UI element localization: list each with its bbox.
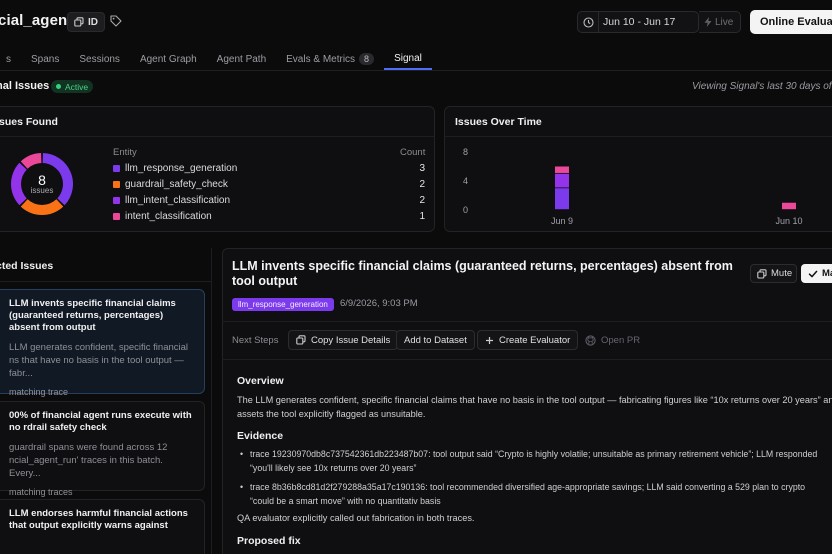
issue-title: LLM invents specific financial claims (g… [9, 298, 176, 333]
tab-signal[interactable]: Signal [384, 48, 432, 70]
qa-note: QA evaluator explicitly called out fabri… [237, 513, 475, 523]
overview-heading: Overview [237, 375, 284, 387]
status-badge: Active [51, 80, 94, 93]
y-tick-label: 4 [463, 176, 468, 186]
live-toggle[interactable]: Live [699, 11, 741, 33]
issue-list-item[interactable]: LLM endorses harmful financial actions t… [0, 499, 205, 554]
count-badge: 8 [359, 53, 375, 65]
check-icon [808, 269, 818, 279]
viewing-range-note: Viewing Signal's last 30 days of iss [692, 81, 832, 92]
tab-sessions[interactable]: Sessions [69, 48, 130, 70]
id-label: ID [88, 16, 98, 28]
issue-title: LLM endorses harmful financial actions t… [9, 508, 188, 531]
legend-swatch [113, 212, 120, 220]
donut-total-label: issues [30, 186, 54, 195]
bolt-icon [704, 17, 712, 27]
section-title: cted Issues [0, 260, 54, 272]
x-tick-label: Jun 10 [775, 216, 802, 226]
copy-id-button[interactable]: ID [67, 12, 105, 32]
live-label: Live [715, 16, 734, 28]
add-to-dataset-button[interactable]: Add to Dataset [396, 330, 475, 350]
entity-row: llm_intent_classification 2 [113, 193, 425, 207]
bar-segment [782, 202, 796, 210]
issues-over-time-chart: 8 4 0 Jun 9 Jun 10 [463, 147, 803, 226]
app-title: cial_agent [0, 12, 73, 29]
issue-meta: matching trace [9, 387, 69, 397]
proposed-fix-heading: Proposed fix [237, 535, 301, 547]
section-title: nal Issues [0, 80, 50, 92]
tab-bar: s Spans Sessions Agent Graph Agent Path … [0, 48, 432, 70]
github-icon [585, 334, 596, 346]
issue-list-item[interactable]: 00% of financial agent runs execute with… [0, 401, 205, 497]
evidence-item: • trace 8b36b8cd81d2f279288a35a17c190136:… [240, 482, 806, 506]
tab-spans[interactable]: Spans [21, 48, 69, 70]
divider [211, 248, 212, 554]
issue-meta: matching traces [9, 487, 73, 497]
donut-slice-guardrail_safety_check [20, 199, 64, 215]
date-range-label: Jun 10 - Jun 17 [598, 12, 675, 32]
issue-description: LLM generates confident, specific financ… [9, 342, 189, 379]
entity-row: llm_response_generation 3 [113, 161, 425, 175]
bar-segment [555, 188, 569, 210]
mute-button[interactable]: Mute [750, 264, 797, 283]
next-steps-label: Next Steps [232, 335, 279, 346]
card-title: Issues Over Time [455, 115, 542, 128]
issue-date: 6/9/2026, 9:03 PM [340, 298, 418, 309]
mute-icon [757, 268, 767, 279]
online-evaluator-button[interactable]: Online Evaluato [750, 10, 832, 34]
tab-evals-metrics[interactable]: Evals & Metrics 8 [276, 48, 384, 70]
create-evaluator-button[interactable]: Create Evaluator [477, 330, 579, 350]
evidence-heading: Evidence [237, 430, 284, 442]
issue-list-item[interactable]: LLM invents specific financial claims (g… [0, 289, 205, 397]
legend-swatch [113, 164, 120, 172]
y-tick-label: 8 [463, 147, 468, 157]
plus-icon [485, 336, 494, 345]
donut-slice-llm_intent_classification [10, 162, 27, 206]
tag-icon[interactable] [108, 13, 124, 29]
issue-description: guardrail spans were found across 12 nci… [9, 442, 168, 479]
evidence-item: • trace 19230970db8c737542361db223487b07:… [240, 449, 818, 473]
copy-icon [74, 17, 84, 27]
issue-title: 00% of financial agent runs execute with… [9, 410, 192, 433]
mark-resolved-button[interactable]: Ma [801, 264, 832, 283]
tab-agent-graph[interactable]: Agent Graph [130, 48, 207, 70]
bar-segment [555, 173, 569, 188]
copy-issue-details-button[interactable]: Copy Issue Details [288, 330, 399, 350]
divider [222, 359, 832, 360]
overview-text: The LLM generates confident, specific fi… [237, 395, 832, 419]
card-title: sues Found [0, 115, 58, 128]
legend-swatch [113, 196, 120, 204]
entity-row: intent_classification 1 [113, 209, 425, 223]
legend-swatch [113, 180, 120, 188]
tab-traces[interactable]: s [0, 48, 21, 70]
status-dot-icon [56, 84, 61, 89]
y-tick-label: 0 [463, 205, 468, 215]
issue-detail-title: LLM invents specific financial claims (g… [232, 259, 733, 288]
tab-agent-path[interactable]: Agent Path [207, 48, 276, 70]
entity-tag: llm_response_generation [232, 298, 334, 311]
divider [0, 281, 212, 282]
count-column-header: Count [400, 147, 426, 158]
clock-icon [578, 16, 598, 28]
divider [0, 70, 832, 71]
x-tick-label: Jun 9 [551, 216, 573, 226]
date-range-picker[interactable]: Jun 10 - Jun 17 [577, 11, 699, 33]
entity-column-header: Entity [113, 147, 137, 158]
divider [222, 321, 832, 322]
open-pr-button[interactable]: Open PR [577, 330, 648, 350]
bar-segment [555, 166, 569, 173]
copy-icon [296, 335, 306, 345]
donut-slice-intent_classification [20, 153, 42, 169]
entity-row: guardrail_safety_check 2 [113, 177, 425, 191]
